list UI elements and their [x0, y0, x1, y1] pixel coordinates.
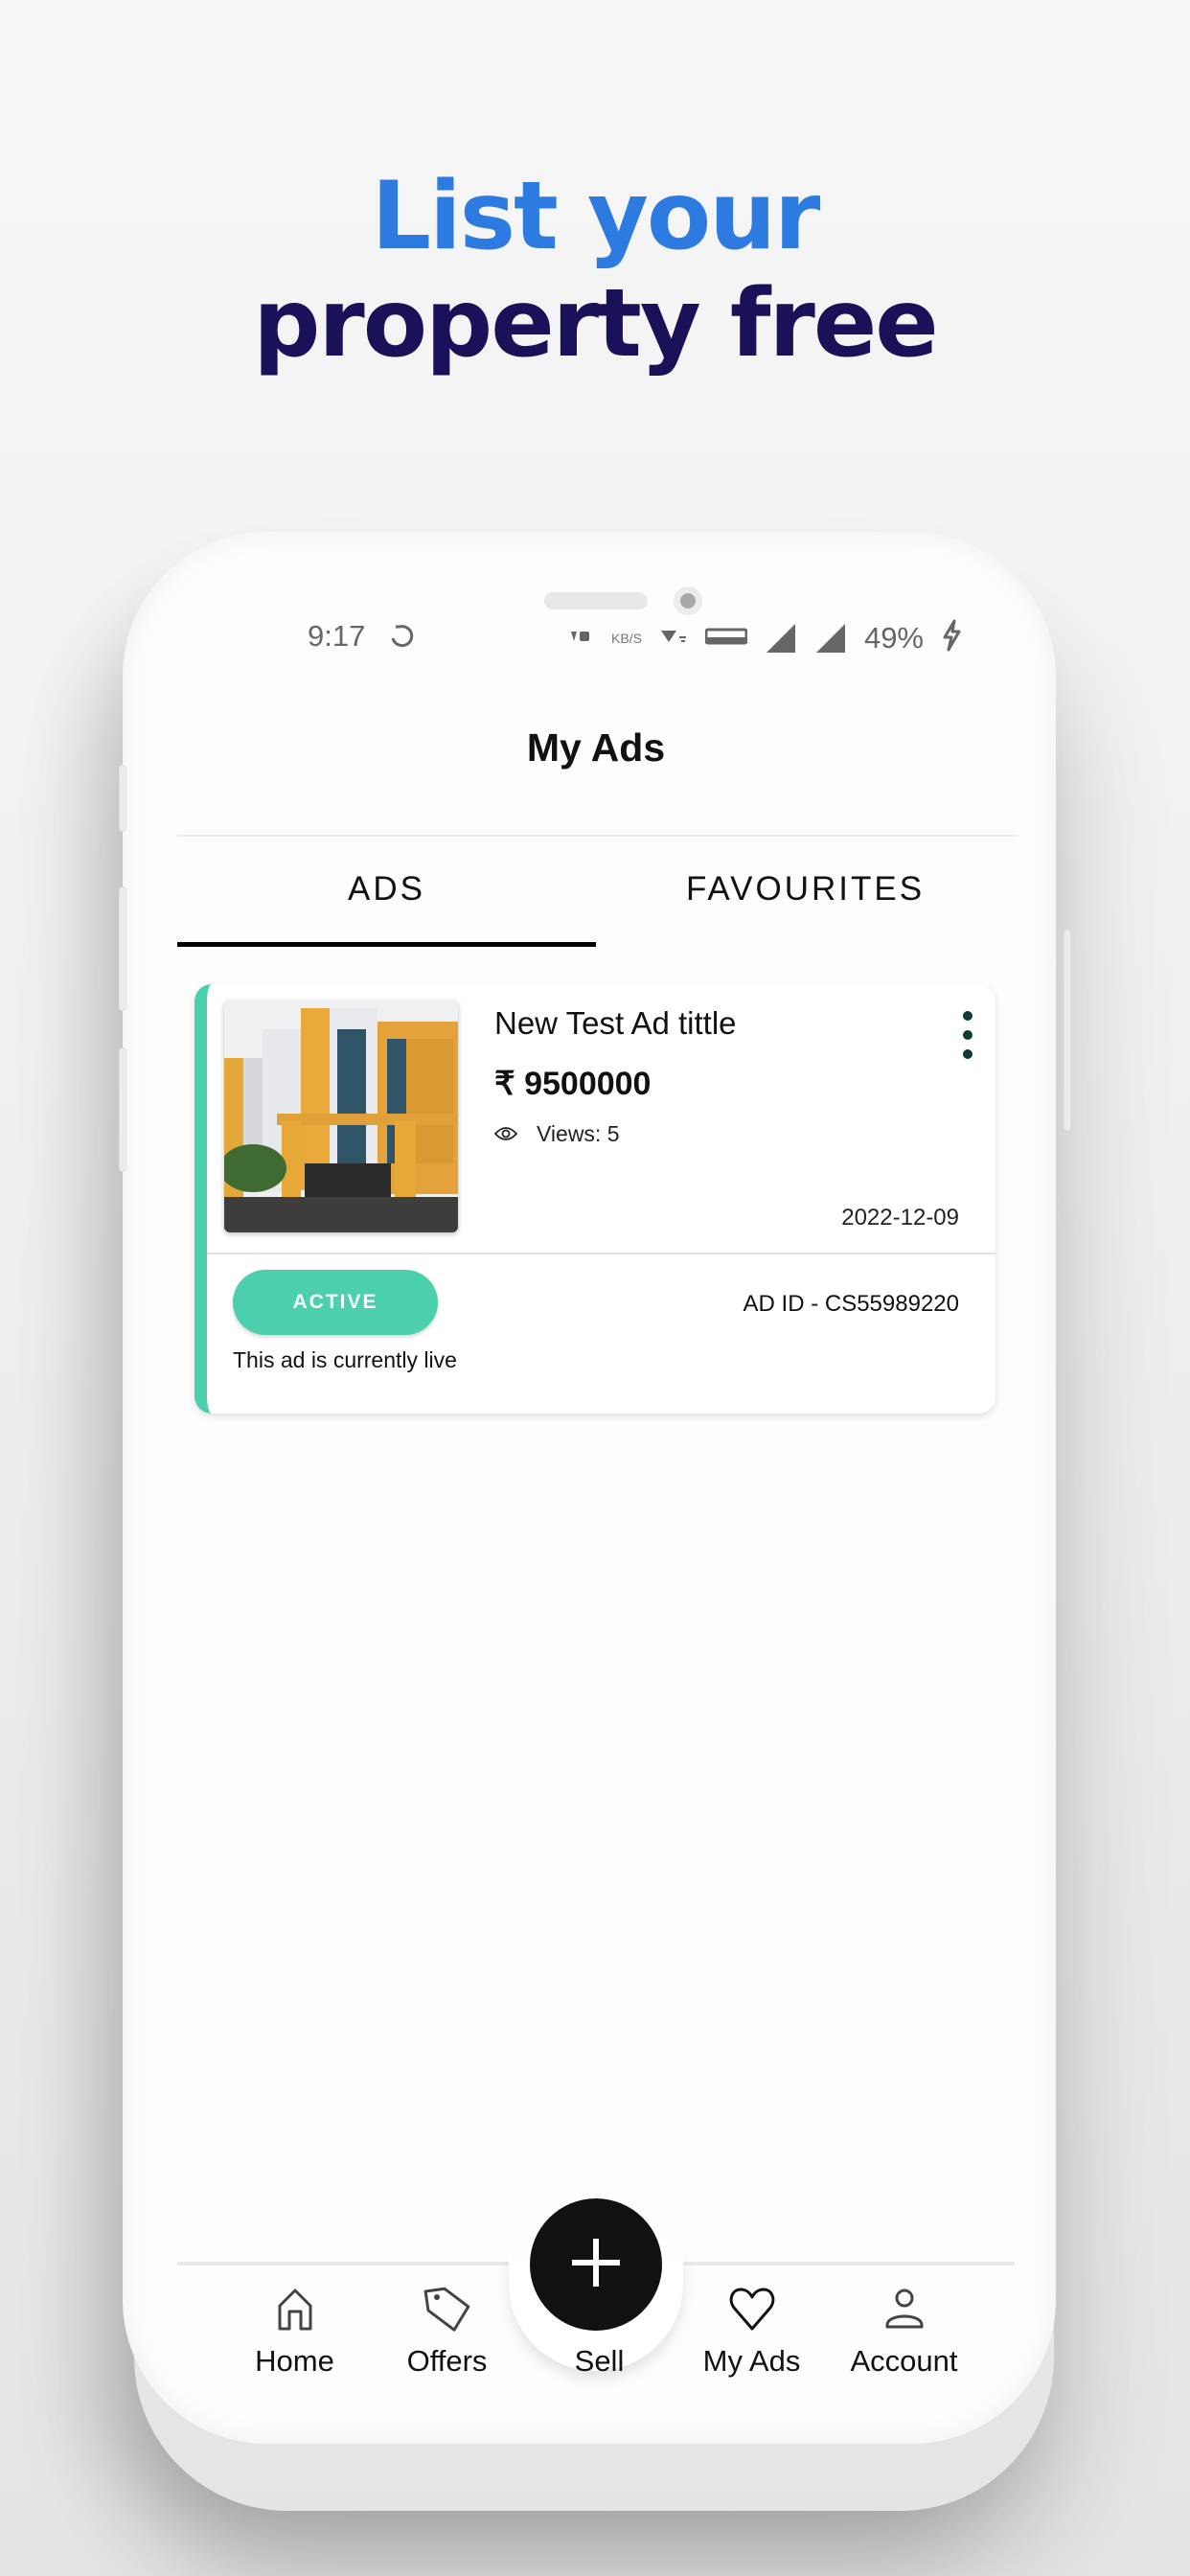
nav-item-my-ads[interactable]: My Ads	[675, 2262, 828, 2378]
bolt-icon	[941, 619, 962, 656]
status-time: 9:17	[308, 619, 366, 653]
wifi-icon	[659, 625, 688, 651]
battery-percent: 49%	[863, 620, 924, 655]
nav-label: My Ads	[702, 2344, 801, 2378]
tab-ads[interactable]: ADS	[177, 837, 596, 947]
tab-bar: ADS FAVOURITES	[177, 837, 1015, 947]
tab-favourites[interactable]: FAVOURITES	[596, 837, 1015, 947]
data-arrows-icon	[563, 626, 594, 650]
status-icons: KB/S 49%	[563, 619, 962, 656]
promo-line-2: property free	[253, 269, 939, 379]
user-icon	[880, 2285, 929, 2334]
tag-icon	[423, 2285, 472, 2334]
nav-label: Home	[255, 2344, 334, 2378]
home-icon	[270, 2285, 320, 2334]
more-options-icon[interactable]	[953, 1011, 982, 1059]
status-badge[interactable]: ACTIVE	[233, 1270, 438, 1335]
page-title: My Ads	[526, 725, 666, 770]
sync-icon	[388, 619, 417, 659]
nav-label: Account	[850, 2344, 958, 2378]
data-rate-unit: KB/S	[611, 630, 642, 646]
ad-date: 2022-12-09	[841, 1205, 959, 1230]
promo-headline: List your property free	[0, 163, 1190, 378]
nav-label: Offers	[406, 2344, 488, 2378]
bottom-nav: Home Offers Sell My Ads Account	[177, 2198, 1015, 2378]
phone-side-button	[119, 1047, 126, 1172]
nav-item-home[interactable]: Home	[218, 2262, 371, 2378]
phone-power-button	[1064, 930, 1071, 1131]
price-value: 9500000	[524, 1066, 652, 1102]
signal-icon	[765, 622, 797, 655]
nav-item-offers[interactable]: Offers	[371, 2262, 523, 2378]
plus-icon	[570, 2237, 622, 2293]
views-count: Views: 5	[537, 1121, 620, 1146]
ad-thumbnail[interactable]	[224, 1000, 458, 1232]
ad-views: Views: 5	[493, 1121, 620, 1147]
status-description: This ad is currently live	[233, 1347, 457, 1372]
currency-symbol: ₹	[494, 1066, 515, 1102]
phone-side-button	[119, 886, 126, 1011]
heart-icon	[727, 2285, 777, 2334]
status-bar: 9:17 KB/S 49%	[177, 613, 1015, 661]
card-divider	[207, 1253, 995, 1254]
app-screen: 9:17 KB/S 49% My Ads ADS FAVOURITES New …	[177, 575, 1015, 2378]
eye-icon	[493, 1121, 518, 1147]
ad-price: ₹ 9500000	[494, 1065, 651, 1103]
ad-card[interactable]: New Test Ad tittle ₹ 9500000 Views: 5 20…	[195, 984, 995, 1414]
promo-line-1: List your	[371, 162, 821, 271]
phone-side-button	[119, 765, 126, 832]
ad-title[interactable]: New Test Ad tittle	[494, 1005, 737, 1042]
network-badge	[704, 626, 748, 650]
sell-fab-button[interactable]	[530, 2198, 662, 2331]
nav-item-account[interactable]: Account	[828, 2262, 980, 2378]
signal-icon	[814, 622, 847, 655]
ad-id: AD ID - CS55989220	[743, 1291, 959, 1317]
nav-label: Sell	[574, 2344, 625, 2378]
building-photo	[224, 1000, 458, 1232]
